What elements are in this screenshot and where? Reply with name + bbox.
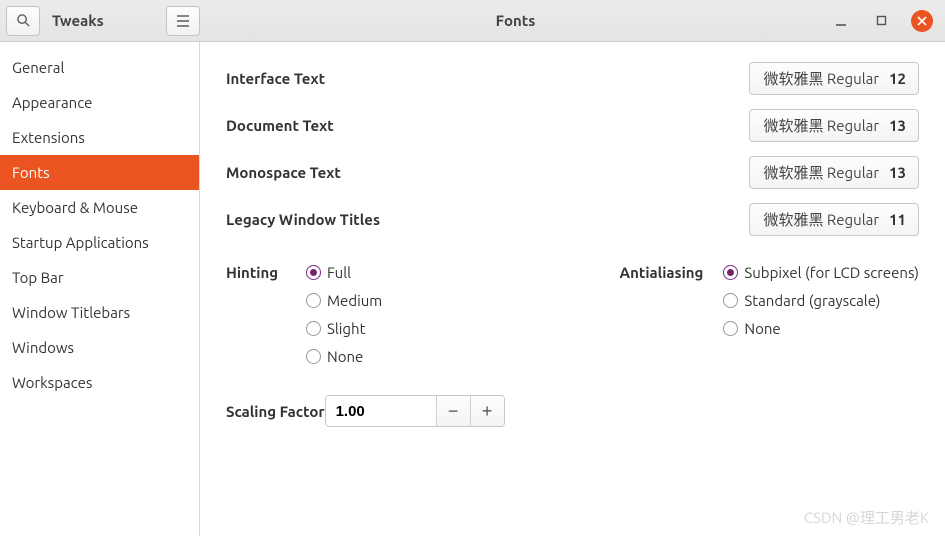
radio-option[interactable]: Standard (grayscale) bbox=[723, 292, 919, 309]
radio-option[interactable]: Medium bbox=[306, 292, 382, 309]
antialiasing-label: Antialiasing bbox=[611, 264, 711, 365]
sidebar-item-startup-applications[interactable]: Startup Applications bbox=[0, 225, 199, 260]
font-family: 微软雅黑 Regular bbox=[764, 68, 880, 89]
antialiasing-group: Antialiasing Subpixel (for LCD screens) S… bbox=[611, 264, 919, 365]
scaling-label: Scaling Factor bbox=[226, 403, 325, 420]
sidebar-item-appearance[interactable]: Appearance bbox=[0, 85, 199, 120]
font-row: Interface Text 微软雅黑 Regular 12 bbox=[226, 62, 919, 95]
font-family: 微软雅黑 Regular bbox=[764, 162, 880, 183]
radio-option[interactable]: Subpixel (for LCD screens) bbox=[723, 264, 919, 281]
font-row: Monospace Text 微软雅黑 Regular 13 bbox=[226, 156, 919, 189]
watermark: CSDN @理工男老K bbox=[804, 507, 929, 528]
radio-label: Standard (grayscale) bbox=[744, 292, 880, 309]
font-picker-button[interactable]: 微软雅黑 Regular 13 bbox=[749, 156, 919, 189]
app-name: Tweaks bbox=[52, 12, 104, 29]
font-picker-button[interactable]: 微软雅黑 Regular 13 bbox=[749, 109, 919, 142]
radio-icon bbox=[306, 321, 321, 336]
sidebar-item-fonts[interactable]: Fonts bbox=[0, 155, 199, 190]
sidebar-item-keyboard-mouse[interactable]: Keyboard & Mouse bbox=[0, 190, 199, 225]
font-row: Legacy Window Titles 微软雅黑 Regular 11 bbox=[226, 203, 919, 236]
radio-label: Slight bbox=[327, 320, 366, 337]
font-row-label: Document Text bbox=[226, 117, 586, 134]
font-size: 12 bbox=[889, 70, 906, 87]
font-size: 13 bbox=[889, 164, 906, 181]
font-size: 13 bbox=[889, 117, 906, 134]
scaling-spinbutton: − + bbox=[325, 395, 505, 427]
scaling-input[interactable] bbox=[326, 396, 436, 426]
radio-icon bbox=[723, 321, 738, 336]
menu-button[interactable] bbox=[166, 6, 200, 36]
radio-option[interactable]: None bbox=[723, 320, 919, 337]
font-row: Document Text 微软雅黑 Regular 13 bbox=[226, 109, 919, 142]
font-size: 11 bbox=[889, 211, 906, 228]
radio-icon bbox=[723, 265, 738, 280]
hamburger-icon bbox=[176, 15, 190, 27]
radio-label: None bbox=[327, 348, 363, 365]
search-icon bbox=[16, 13, 31, 28]
scaling-decrement[interactable]: − bbox=[436, 396, 470, 426]
font-family: 微软雅黑 Regular bbox=[764, 209, 880, 230]
font-family: 微软雅黑 Regular bbox=[764, 115, 880, 136]
radio-label: None bbox=[744, 320, 780, 337]
sidebar-item-windows[interactable]: Windows bbox=[0, 330, 199, 365]
sidebar-item-workspaces[interactable]: Workspaces bbox=[0, 365, 199, 400]
scaling-increment[interactable]: + bbox=[470, 396, 504, 426]
search-button[interactable] bbox=[6, 6, 40, 36]
sidebar-item-top-bar[interactable]: Top Bar bbox=[0, 260, 199, 295]
font-picker-button[interactable]: 微软雅黑 Regular 11 bbox=[749, 203, 919, 236]
sidebar: GeneralAppearanceExtensionsFontsKeyboard… bbox=[0, 0, 200, 536]
radio-label: Full bbox=[327, 264, 351, 281]
radio-label: Subpixel (for LCD screens) bbox=[744, 264, 919, 281]
radio-icon bbox=[723, 293, 738, 308]
font-row-label: Legacy Window Titles bbox=[226, 211, 586, 228]
main-panel: Interface Text 微软雅黑 Regular 12 Document Tex… bbox=[200, 0, 945, 536]
radio-icon bbox=[306, 349, 321, 364]
sidebar-item-extensions[interactable]: Extensions bbox=[0, 120, 199, 155]
sidebar-item-window-titlebars[interactable]: Window Titlebars bbox=[0, 295, 199, 330]
sidebar-item-general[interactable]: General bbox=[0, 50, 199, 85]
radio-icon bbox=[306, 293, 321, 308]
font-row-label: Interface Text bbox=[226, 70, 586, 87]
font-row-label: Monospace Text bbox=[226, 164, 586, 181]
font-picker-button[interactable]: 微软雅黑 Regular 12 bbox=[749, 62, 919, 95]
radio-option[interactable]: Slight bbox=[306, 320, 382, 337]
radio-label: Medium bbox=[327, 292, 382, 309]
radio-icon bbox=[306, 265, 321, 280]
radio-option[interactable]: None bbox=[306, 348, 382, 365]
radio-option[interactable]: Full bbox=[306, 264, 382, 281]
hinting-label: Hinting bbox=[226, 264, 294, 365]
hinting-group: Hinting Full Medium Slight None bbox=[226, 264, 382, 365]
